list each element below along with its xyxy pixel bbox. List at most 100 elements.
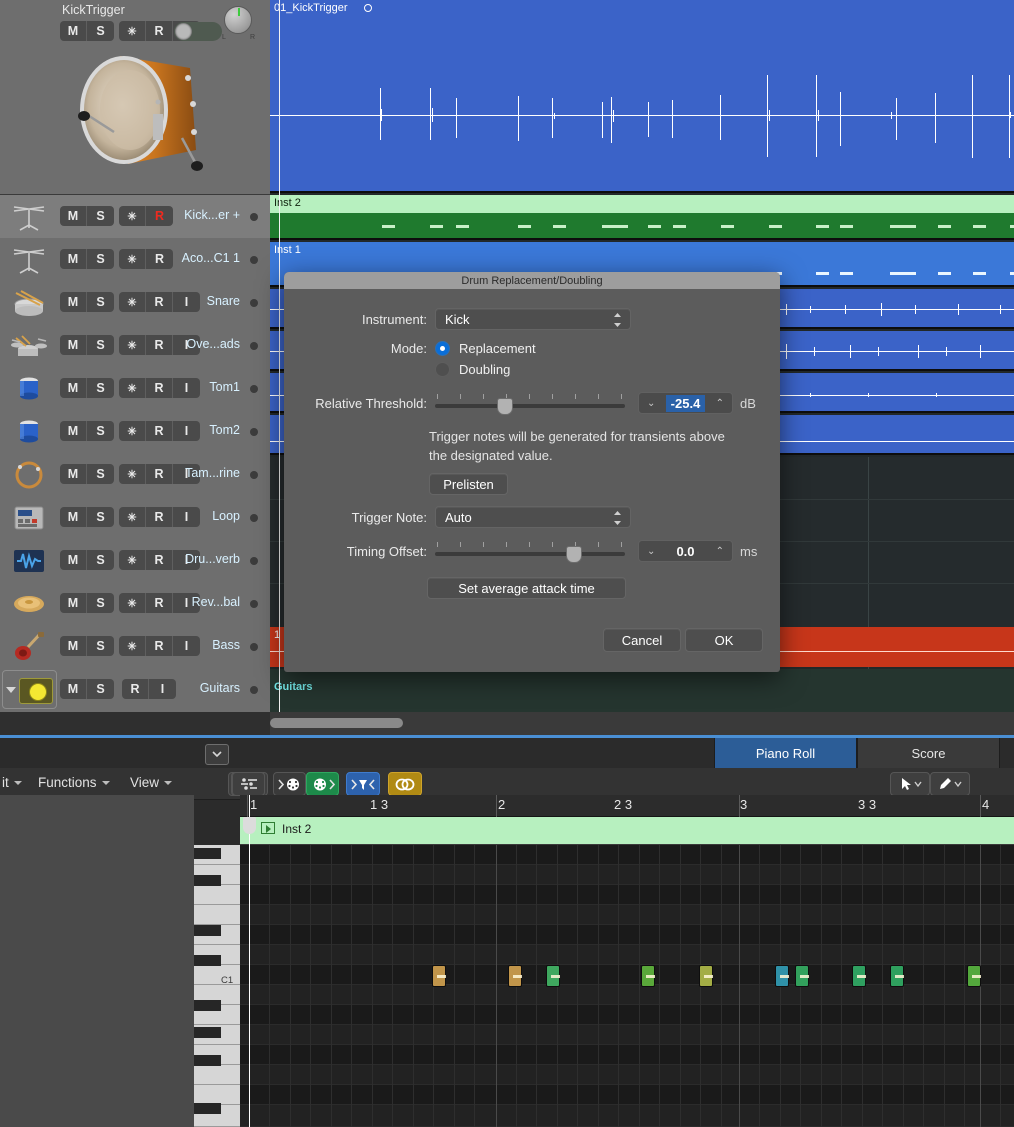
piano-keyboard[interactable]: C1	[194, 845, 240, 1127]
mute-solo-group[interactable]: M S	[60, 550, 114, 570]
record-arm-button[interactable]: R	[146, 292, 173, 312]
automation-dot-icon[interactable]	[250, 514, 258, 522]
input-monitor-button[interactable]: I	[173, 292, 200, 312]
pointer-tool-button[interactable]	[890, 772, 930, 796]
freeze-icon[interactable]: ✳	[119, 335, 146, 355]
freeze-icon[interactable]: ✳	[119, 421, 146, 441]
radio-doubling-label[interactable]: Doubling	[459, 362, 510, 377]
mute-button[interactable]: M	[60, 550, 87, 570]
solo-button[interactable]: S	[87, 464, 114, 484]
midi-note[interactable]	[432, 965, 446, 987]
threshold-field[interactable]: ⌄ -25.4 ⌃	[638, 392, 733, 414]
track-row-tom2[interactable]: M S ✳ R I Tom2	[0, 410, 270, 453]
input-monitor-button[interactable]: I	[173, 636, 200, 656]
mute-solo-group[interactable]: M S	[60, 636, 114, 656]
track-row-guitars-group[interactable]: M S R I Guitars	[0, 668, 270, 709]
mute-button[interactable]: M	[60, 292, 87, 312]
freeze-icon[interactable]: ✳	[119, 249, 146, 269]
piano-roll-region-bar[interactable]: Inst 2	[240, 817, 1014, 845]
solo-button[interactable]: S	[87, 679, 114, 699]
mute-button[interactable]: M	[60, 335, 87, 355]
record-arm-button[interactable]: R	[146, 21, 173, 41]
midi-note[interactable]	[699, 965, 713, 987]
freeze-rec-input-group[interactable]: ✳ R I	[119, 378, 200, 398]
mute-button[interactable]: M	[60, 593, 87, 613]
stepper-up-icon[interactable]: ⌃	[716, 398, 724, 409]
automation-dot-icon[interactable]	[250, 471, 258, 479]
freeze-rec-input-group[interactable]: ✳ R I	[119, 507, 200, 527]
freeze-icon[interactable]: ✳	[119, 378, 146, 398]
freeze-icon[interactable]: ✳	[119, 507, 146, 527]
freeze-icon[interactable]: ✳	[119, 21, 146, 41]
track-row-revcymbal[interactable]: M S ✳ R I Rev...bal	[0, 582, 270, 625]
automation-dot-icon[interactable]	[250, 299, 258, 307]
solo-button[interactable]: S	[87, 249, 114, 269]
record-arm-button[interactable]: R	[146, 335, 173, 355]
record-arm-button[interactable]: R	[146, 206, 173, 226]
automation-dot-icon[interactable]	[250, 256, 258, 264]
mute-solo-group[interactable]: M S	[60, 593, 114, 613]
record-arm-button[interactable]: R	[146, 464, 173, 484]
cancel-button[interactable]: Cancel	[603, 628, 681, 652]
disclosure-triangle-icon[interactable]	[6, 687, 16, 693]
midi-out-button[interactable]	[306, 772, 339, 796]
tab-piano-roll[interactable]: Piano Roll	[714, 738, 857, 768]
region-kicktrigger[interactable]: 01_KickTrigger	[270, 0, 1014, 193]
track-header-kicktrigger[interactable]: KickTrigger M S ✳ R I L R	[0, 0, 270, 195]
track-row-bass[interactable]: M S ✳ R I Bass	[0, 625, 270, 668]
freeze-icon[interactable]: ✳	[119, 636, 146, 656]
freeze-icon[interactable]: ✳	[119, 206, 146, 226]
freeze-rec-input-group[interactable]: ✳ R I	[119, 421, 200, 441]
radio-doubling[interactable]	[435, 362, 450, 377]
automation-dot-icon[interactable]	[250, 643, 258, 651]
mute-button[interactable]: M	[60, 249, 87, 269]
track-row-kicker[interactable]: M S ✳ R Kick...er +	[0, 195, 270, 238]
solo-button[interactable]: S	[87, 421, 114, 441]
event-list-button[interactable]	[232, 772, 265, 796]
record-arm-button[interactable]: R	[146, 378, 173, 398]
link-button[interactable]	[388, 772, 422, 796]
track-row-snare[interactable]: M S ✳ R I Snare	[0, 281, 270, 324]
solo-button[interactable]: S	[87, 292, 114, 312]
mute-solo-group[interactable]: M S	[60, 206, 114, 226]
timing-offset-slider-thumb[interactable]	[566, 546, 582, 563]
record-arm-button[interactable]: R	[146, 249, 173, 269]
mute-solo-group[interactable]: M S	[60, 507, 114, 527]
menu-view[interactable]: View	[130, 775, 172, 790]
record-arm-button[interactable]: R	[122, 679, 149, 699]
timing-offset-slider[interactable]	[435, 540, 625, 562]
rec-input-group[interactable]: R I	[122, 679, 176, 699]
region-guitars[interactable]: Guitars	[270, 669, 1014, 712]
track-row-acoustic[interactable]: M S ✳ R Aco...C1 1	[0, 238, 270, 281]
automation-dot-icon[interactable]	[250, 686, 258, 694]
track-row-tom1[interactable]: M S ✳ R I Tom1	[0, 367, 270, 410]
freeze-icon[interactable]: ✳	[119, 593, 146, 613]
midi-note[interactable]	[508, 965, 522, 987]
mute-solo-group[interactable]: M S	[60, 335, 114, 355]
trigger-note-select[interactable]: Auto	[435, 506, 631, 528]
timing-offset-value[interactable]: 0.0	[671, 543, 699, 560]
stepper-down-icon[interactable]: ⌄	[647, 398, 655, 409]
drum-replacement-dialog[interactable]: Drum Replacement/Doubling Instrument: Ki…	[284, 272, 780, 672]
pencil-tool-button[interactable]	[930, 772, 970, 796]
freeze-icon[interactable]: ✳	[119, 550, 146, 570]
ok-button[interactable]: OK	[685, 628, 763, 652]
freeze-rec-group[interactable]: ✳ R	[119, 249, 173, 269]
editor-playhead[interactable]	[249, 795, 250, 1127]
menu-edit[interactable]: it	[2, 775, 22, 790]
play-region-icon[interactable]	[261, 822, 275, 834]
piano-roll-grid[interactable]	[240, 845, 1014, 1127]
inspector-collapse-button[interactable]	[205, 744, 229, 765]
threshold-slider-thumb[interactable]	[497, 398, 513, 415]
mute-solo-group[interactable]: M S	[60, 249, 114, 269]
automation-dot-icon[interactable]	[250, 342, 258, 350]
midi-note[interactable]	[546, 965, 560, 987]
mute-solo-group[interactable]: M S	[60, 679, 114, 699]
pan-knob[interactable]	[224, 6, 252, 34]
solo-button[interactable]: S	[87, 507, 114, 527]
freeze-rec-input-group[interactable]: ✳ R I	[119, 593, 200, 613]
playhead-handle[interactable]	[243, 817, 256, 834]
automation-dot-icon[interactable]	[250, 557, 258, 565]
track-row-tambourine[interactable]: M S ✳ R I Tam...rine	[0, 453, 270, 496]
freeze-rec-input-group[interactable]: ✳ R I	[119, 292, 200, 312]
